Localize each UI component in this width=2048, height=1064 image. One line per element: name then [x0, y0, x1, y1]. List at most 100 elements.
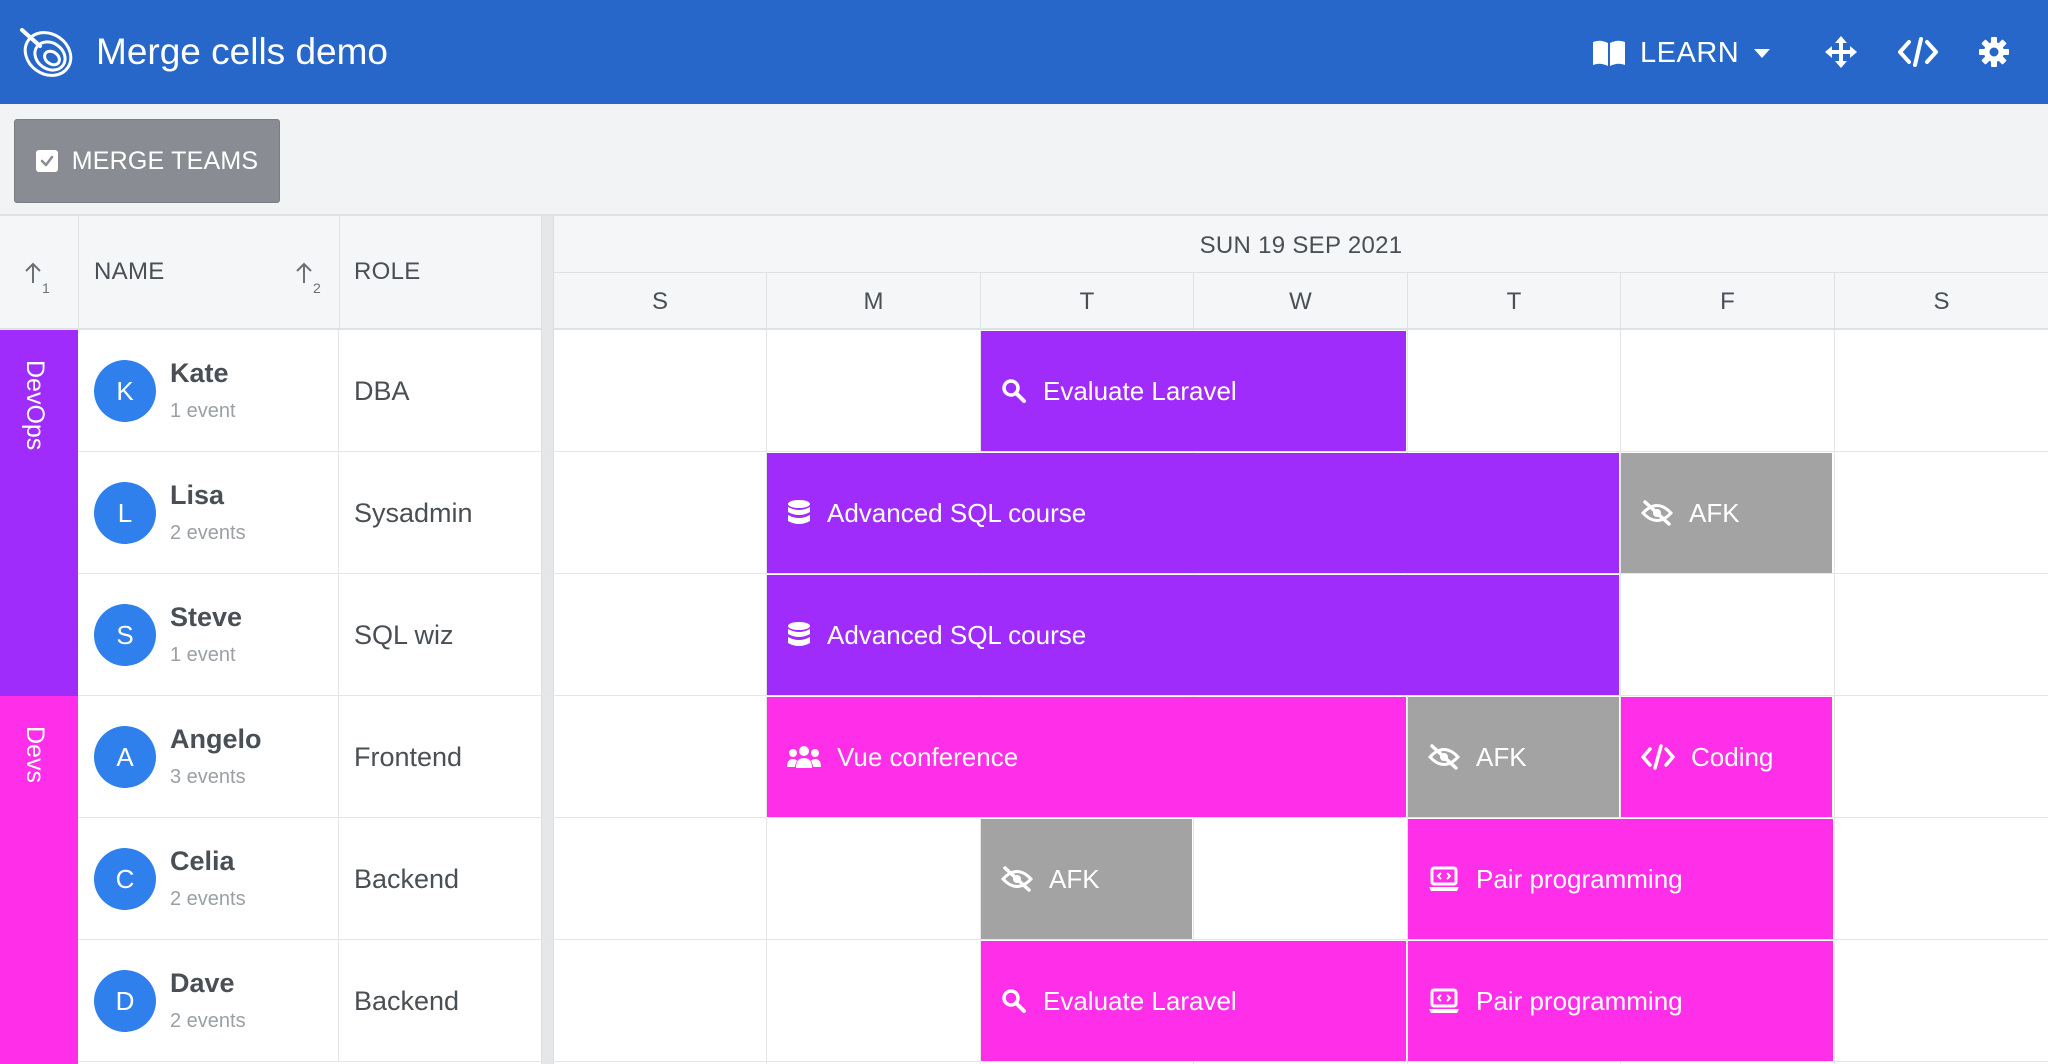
event-count: 2 events: [170, 888, 246, 910]
group-devops[interactable]: DevOps: [0, 330, 78, 696]
eye-slash-icon: [1641, 500, 1673, 526]
group-sort-header[interactable]: 1: [0, 216, 78, 330]
event-afk[interactable]: AFK: [1408, 697, 1619, 817]
sort-up-icon: [296, 262, 312, 283]
event-label: Evaluate Laravel: [1043, 375, 1237, 406]
name-column-label: NAME: [94, 258, 165, 285]
person-name: Celia: [170, 846, 235, 876]
caret-down-icon: [1754, 49, 1771, 58]
learn-label: LEARN: [1640, 36, 1740, 69]
person-name: Kate: [170, 358, 229, 388]
event-label: Evaluate Laravel: [1043, 985, 1237, 1016]
logo-icon: [20, 28, 73, 77]
role-cell: Frontend: [354, 742, 463, 772]
laptop-code-icon: [1429, 988, 1459, 1013]
day-header: M: [766, 273, 980, 330]
merge-teams-label: MERGE TEAMS: [71, 146, 259, 175]
event-afk[interactable]: AFK: [1621, 453, 1832, 573]
avatar: K: [94, 360, 156, 422]
avatar: L: [94, 482, 156, 544]
role-column-header[interactable]: ROLE: [340, 216, 540, 330]
person-name: Dave: [170, 968, 235, 998]
checkbox-checked-icon: [35, 150, 58, 172]
event-label: AFK: [1476, 741, 1527, 772]
person-name: Angelo: [170, 724, 262, 754]
group-label: DevOps: [21, 360, 49, 451]
event-label: Pair programming: [1476, 863, 1683, 894]
learn-menu-button[interactable]: LEARN: [1592, 30, 1771, 76]
name-cell: A Angelo 3 events: [78, 696, 339, 818]
event-advanced-sql-course[interactable]: Advanced SQL course: [767, 575, 1619, 695]
role-cell: Backend: [354, 864, 460, 894]
day-header: T: [980, 273, 1193, 330]
role-cell: DBA: [354, 376, 410, 406]
event-label: Pair programming: [1476, 985, 1683, 1016]
avatar: C: [94, 848, 156, 910]
laptop-code-icon: [1429, 866, 1459, 891]
role-cell: Sysadmin: [354, 498, 473, 528]
event-label: Advanced SQL course: [827, 497, 1087, 528]
day-header: S: [1834, 273, 2048, 330]
event-count: 1 event: [170, 400, 236, 422]
users-icon: [787, 746, 821, 768]
event-pair-programming[interactable]: Pair programming: [1408, 819, 1833, 939]
app-title: Merge cells demo: [96, 31, 389, 72]
name-cell: K Kate 1 event: [78, 330, 339, 452]
day-header: W: [1193, 273, 1407, 330]
event-afk[interactable]: AFK: [981, 819, 1192, 939]
event-label: Advanced SQL course: [827, 619, 1087, 650]
day-header: T: [1407, 273, 1620, 330]
event-label: AFK: [1049, 863, 1100, 894]
person-name: Lisa: [170, 480, 225, 510]
app-header: Merge cells demo LEARN: [0, 0, 2048, 104]
name-cell: D Dave 2 events: [78, 940, 339, 1062]
book-icon: [1593, 40, 1625, 66]
database-icon: [788, 500, 810, 524]
name-cell: C Celia 2 events: [78, 818, 339, 940]
event-pair-programming[interactable]: Pair programming: [1408, 941, 1833, 1061]
event-count: 3 events: [170, 766, 246, 788]
role-cell: SQL wiz: [354, 620, 454, 650]
toolbar: MERGE TEAMS: [0, 104, 2048, 216]
sort-index: 1: [42, 280, 50, 296]
role-cell: Backend: [354, 986, 460, 1016]
search-icon: [1002, 989, 1026, 1013]
timeline-date: SUN 19 SEP 2021: [1199, 232, 1403, 259]
avatar: S: [94, 604, 156, 666]
event-label: Vue conference: [837, 741, 1019, 772]
database-icon: [788, 622, 810, 646]
arrows-move-icon: [1825, 36, 1857, 68]
settings-button[interactable]: [1972, 30, 2016, 74]
name-cell: L Lisa 2 events: [78, 452, 339, 574]
event-label: AFK: [1689, 497, 1740, 528]
code-view-button[interactable]: [1896, 30, 1940, 74]
merge-teams-button[interactable]: MERGE TEAMS: [14, 119, 280, 203]
move-button[interactable]: [1819, 30, 1863, 74]
avatar: A: [94, 726, 156, 788]
grid-header: 1 NAME 2 ROLE SUN 19 SEP 2021 S M T W T …: [0, 216, 2048, 330]
sort-up-icon: [25, 262, 41, 283]
group-label: Devs: [21, 726, 49, 783]
day-header: F: [1620, 273, 1834, 330]
avatar: D: [94, 970, 156, 1032]
event-evaluate-laravel[interactable]: Evaluate Laravel: [981, 331, 1406, 451]
event-evaluate-laravel[interactable]: Evaluate Laravel: [981, 941, 1406, 1061]
eye-slash-icon: [1001, 866, 1033, 892]
event-coding[interactable]: Coding: [1621, 697, 1832, 817]
event-vue-conference[interactable]: Vue conference: [767, 697, 1406, 817]
event-count: 1 event: [170, 644, 236, 666]
gear-icon: [1979, 37, 2009, 67]
sort-index: 2: [313, 280, 321, 296]
event-count: 2 events: [170, 522, 246, 544]
eye-slash-icon: [1428, 744, 1460, 770]
name-cell: S Steve 1 event: [78, 574, 339, 696]
event-advanced-sql-course[interactable]: Advanced SQL course: [767, 453, 1619, 573]
name-column-header[interactable]: NAME 2: [79, 216, 339, 330]
search-icon: [1002, 379, 1026, 403]
role-column-label: ROLE: [354, 258, 421, 285]
event-count: 2 events: [170, 1010, 246, 1032]
event-label: Coding: [1691, 741, 1774, 772]
group-devs[interactable]: Devs: [0, 696, 78, 1064]
code-icon: [1898, 37, 1938, 67]
day-header: S: [651, 288, 668, 315]
